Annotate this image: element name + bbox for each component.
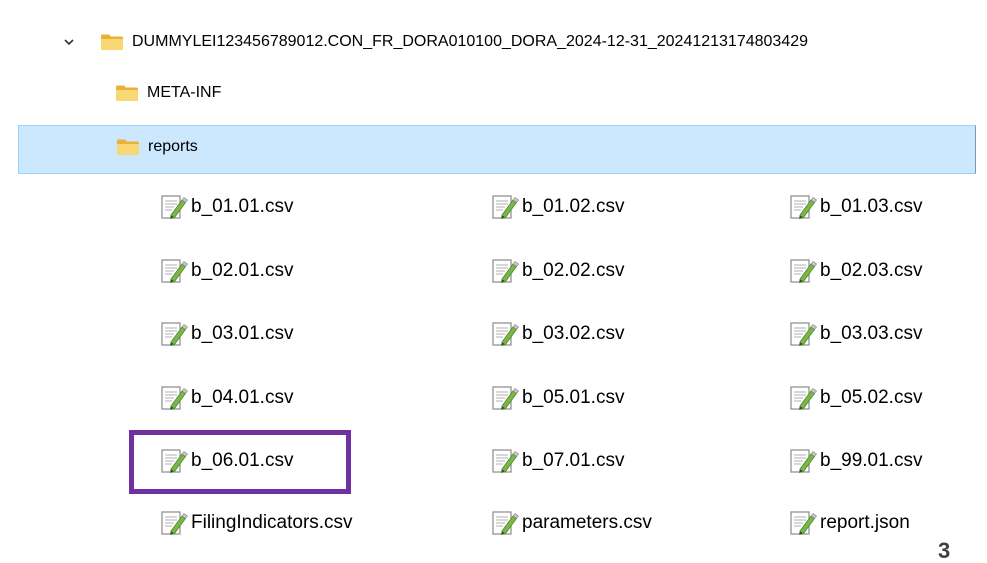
csv-file-icon [491,194,519,220]
file-item-parameters-csv[interactable]: parameters.csv [491,508,652,538]
file-label: b_03.02.csv [522,323,625,344]
csv-file-icon [491,510,519,536]
page-number: 3 [938,538,951,563]
file-label: FilingIndicators.csv [191,512,353,533]
file-item-b-05-02-csv[interactable]: b_05.02.csv [789,383,922,413]
csv-file-icon [789,321,817,347]
file-item-b-99-01-csv[interactable]: b_99.01.csv [789,446,922,476]
csv-file-icon [160,510,188,536]
file-item-b-05-01-csv[interactable]: b_05.01.csv [491,383,624,413]
reports-label: reports [148,138,198,155]
expand-chevron-icon[interactable] [62,35,76,49]
csv-file-icon [160,258,188,284]
file-item-b-03-03-csv[interactable]: b_03.03.csv [789,319,922,349]
csv-file-icon [789,258,817,284]
folder-icon [115,84,139,102]
file-item-b-04-01-csv[interactable]: b_04.01.csv [160,383,293,413]
tree-item-reports-selected[interactable]: reports [18,125,976,174]
csv-file-icon [491,321,519,347]
tree-item-meta-inf[interactable]: META-INF [115,81,221,105]
tree-item-root-folder[interactable]: DUMMYLEI123456789012.CON_FR_DORA010100_D… [100,30,808,54]
file-label: report.json [820,512,910,533]
csv-file-icon [160,321,188,347]
file-item-filingindicators-csv[interactable]: FilingIndicators.csv [160,508,353,538]
file-item-report-json[interactable]: report.json [789,508,910,538]
file-label: b_07.01.csv [522,450,625,471]
root-folder-label: DUMMYLEI123456789012.CON_FR_DORA010100_D… [132,33,809,50]
file-item-b-01-02-csv[interactable]: b_01.02.csv [491,192,624,222]
csv-file-icon [491,385,519,411]
file-label: b_01.03.csv [820,196,923,217]
file-label: b_05.01.csv [522,387,625,408]
file-item-b-01-03-csv[interactable]: b_01.03.csv [789,192,922,222]
file-item-b-07-01-csv[interactable]: b_07.01.csv [491,446,624,476]
file-item-b-02-01-csv[interactable]: b_02.01.csv [160,256,293,286]
file-item-b-02-02-csv[interactable]: b_02.02.csv [491,256,624,286]
csv-file-icon [160,194,188,220]
file-item-b-01-01-csv[interactable]: b_01.01.csv [160,192,293,222]
file-label: b_04.01.csv [191,387,294,408]
csv-file-icon [491,258,519,284]
csv-file-icon [491,448,519,474]
file-label: b_01.01.csv [191,196,294,217]
file-item-b-02-03-csv[interactable]: b_02.03.csv [789,256,922,286]
file-label: b_02.02.csv [522,260,625,281]
csv-file-icon [160,385,188,411]
file-label: parameters.csv [522,512,652,533]
file-item-b-03-01-csv[interactable]: b_03.01.csv [160,319,293,349]
highlight-annotation-box [129,430,351,494]
folder-icon [116,138,140,156]
meta-inf-label: META-INF [147,84,222,101]
folder-icon [100,33,124,51]
file-label: b_01.02.csv [522,196,625,217]
file-label: b_02.01.csv [191,260,294,281]
file-label: b_02.03.csv [820,260,923,281]
csv-file-icon [789,194,817,220]
file-label: b_03.03.csv [820,323,923,344]
file-label: b_99.01.csv [820,450,923,471]
csv-file-icon [789,385,817,411]
json-file-icon [789,510,817,536]
file-label: b_05.02.csv [820,387,923,408]
csv-file-icon [789,448,817,474]
file-label: b_03.01.csv [191,323,294,344]
file-item-b-03-02-csv[interactable]: b_03.02.csv [491,319,624,349]
